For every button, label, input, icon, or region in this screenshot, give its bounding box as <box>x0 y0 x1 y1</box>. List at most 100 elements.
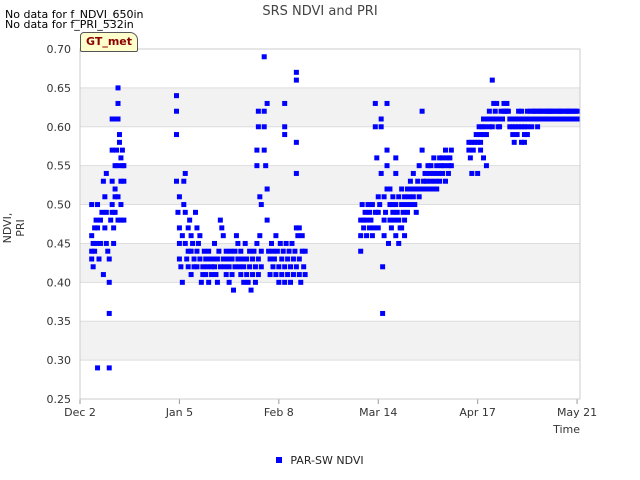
data-point <box>364 217 370 223</box>
plot-band <box>80 321 580 361</box>
legend: PAR-SW NDVI <box>0 454 640 467</box>
data-point <box>106 256 112 262</box>
data-point <box>277 240 283 246</box>
data-point <box>232 248 238 254</box>
data-point <box>191 256 197 262</box>
data-point <box>103 209 109 215</box>
data-point <box>93 240 99 246</box>
data-point <box>181 202 187 208</box>
data-point <box>204 264 210 270</box>
data-point <box>203 256 209 262</box>
data-point <box>519 139 525 145</box>
data-point <box>220 256 226 262</box>
data-point <box>179 279 185 285</box>
data-point <box>285 272 291 278</box>
data-point <box>270 264 276 270</box>
data-point <box>247 264 253 270</box>
data-point <box>289 240 295 246</box>
data-point <box>248 287 254 293</box>
data-point <box>391 217 397 223</box>
y-tick-label: 0.50 <box>47 199 72 212</box>
y-tick-label: 0.35 <box>47 315 72 328</box>
data-point <box>244 256 250 262</box>
data-point <box>242 240 248 246</box>
data-point <box>210 256 216 262</box>
data-point <box>118 155 124 161</box>
data-point <box>422 170 428 176</box>
data-point <box>416 163 422 169</box>
data-point <box>385 240 391 246</box>
data-point <box>252 279 258 285</box>
data-point <box>269 240 275 246</box>
data-point <box>419 147 425 153</box>
data-point <box>574 108 580 114</box>
data-point <box>400 209 406 215</box>
data-point <box>223 248 229 254</box>
scatter-plot: 0.25 0.30 0.35 0.40 0.45 0.50 0.55 0.60 0.65 0.70… <box>47 43 598 419</box>
data-point <box>290 256 296 262</box>
data-point <box>296 272 302 278</box>
data-point <box>378 124 384 130</box>
data-point <box>481 116 487 122</box>
data-point <box>276 279 282 285</box>
data-point <box>483 163 489 169</box>
data-point <box>361 225 367 231</box>
plot-band <box>80 282 580 322</box>
data-point <box>431 155 437 161</box>
data-point <box>106 279 112 285</box>
data-point <box>279 272 285 278</box>
data-point <box>445 170 451 176</box>
data-point <box>429 186 435 192</box>
data-point <box>293 139 299 145</box>
data-point <box>109 147 115 153</box>
data-point <box>106 310 112 316</box>
data-point <box>500 116 506 122</box>
data-point <box>264 186 270 192</box>
data-point <box>466 147 472 153</box>
data-point <box>216 248 222 254</box>
data-point <box>255 108 261 114</box>
data-point <box>381 233 387 239</box>
data-point <box>213 272 219 278</box>
data-point <box>413 186 419 192</box>
data-point <box>197 256 203 262</box>
y-tick-label: 0.65 <box>47 82 72 95</box>
data-point <box>431 170 437 176</box>
plot-band <box>80 126 580 166</box>
data-point <box>273 233 279 239</box>
data-point <box>121 163 127 169</box>
legend-swatch <box>276 457 283 463</box>
y-axis-label: NDVI, PRI <box>1 212 27 244</box>
y-tick-label: 0.45 <box>47 237 72 250</box>
data-point <box>266 248 272 254</box>
data-point <box>282 100 288 106</box>
data-point <box>235 256 241 262</box>
data-point <box>173 93 179 99</box>
data-point <box>419 108 425 114</box>
data-point <box>366 209 372 215</box>
data-point <box>252 264 258 270</box>
data-point <box>448 147 454 153</box>
data-point <box>212 264 218 270</box>
data-point <box>492 108 498 114</box>
data-point <box>428 178 434 184</box>
data-point <box>508 116 514 122</box>
data-point <box>114 147 120 153</box>
data-point <box>511 139 517 145</box>
data-point <box>250 256 256 262</box>
data-point <box>203 272 209 278</box>
data-point <box>118 217 124 223</box>
data-point <box>112 194 118 200</box>
x-tick-label: Dec 2 <box>64 406 96 419</box>
data-point <box>219 225 225 231</box>
data-point <box>195 240 201 246</box>
data-point <box>440 170 446 176</box>
data-point <box>529 124 535 130</box>
data-point <box>447 155 453 161</box>
data-point <box>188 272 194 278</box>
data-point <box>251 248 257 254</box>
data-point <box>100 272 106 278</box>
data-point <box>118 202 124 208</box>
data-point <box>393 155 399 161</box>
data-point <box>375 194 381 200</box>
